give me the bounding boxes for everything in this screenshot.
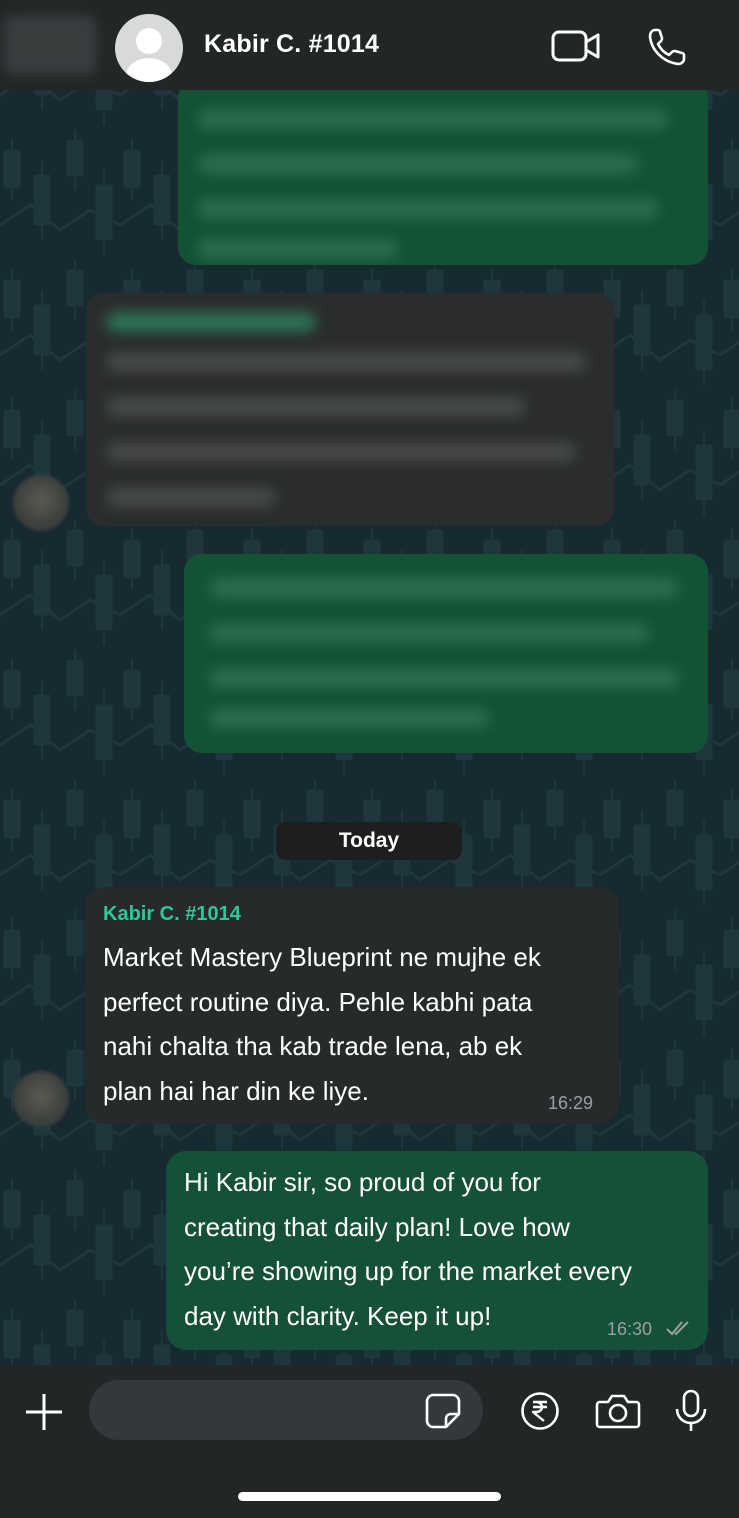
read-receipt-icon xyxy=(666,1321,689,1336)
video-call-icon xyxy=(551,30,600,62)
contact-name[interactable]: Kabir C. #1014 xyxy=(204,30,379,59)
attach-button[interactable] xyxy=(22,1390,66,1438)
composer-bar xyxy=(0,1365,739,1518)
message-line: plan hai har din ke liye. xyxy=(103,1075,369,1106)
sticker-icon xyxy=(425,1393,461,1429)
message-text: Market Mastery Blueprint ne mujhe ek per… xyxy=(103,935,613,1113)
home-indicator xyxy=(238,1492,501,1501)
message-incoming[interactable]: Kabir C. #1014 Market Mastery Blueprint … xyxy=(85,887,619,1124)
phone-call-icon xyxy=(648,28,686,66)
message-line: creating that daily plan! Love how xyxy=(184,1211,570,1242)
plus-icon xyxy=(26,1394,62,1430)
message-line: Hi Kabir sir, so proud of you for xyxy=(184,1167,541,1197)
message-text: Hi Kabir sir, so proud of you for creati… xyxy=(184,1160,704,1338)
sender-name: Kabir C. #1014 xyxy=(103,903,241,925)
video-call-button[interactable] xyxy=(551,26,601,70)
message-time: 16:29 xyxy=(548,1093,594,1113)
voice-message-button[interactable] xyxy=(673,1389,709,1437)
date-divider: Today xyxy=(276,822,462,860)
default-avatar-icon xyxy=(126,28,172,82)
sticker-button[interactable] xyxy=(424,1392,462,1434)
camera-icon xyxy=(595,1394,641,1429)
message-line: Market Mastery Blueprint ne mujhe ek xyxy=(103,942,541,972)
microphone-icon xyxy=(675,1389,707,1431)
message-time: 16:30 xyxy=(607,1319,653,1339)
message-line: perfect routine diya. Pehle kabhi pata xyxy=(103,986,533,1017)
camera-button[interactable] xyxy=(595,1391,641,1435)
back-button[interactable] xyxy=(4,16,96,74)
sender-avatar[interactable] xyxy=(13,1071,69,1127)
contact-avatar[interactable] xyxy=(115,14,183,82)
message-line: you’re showing up for the market every xyxy=(184,1256,632,1286)
chat-header: Kabir C. #1014 xyxy=(0,0,739,90)
message-line: nahi chalta tha kab trade lena, ab ek xyxy=(103,1031,523,1061)
rupee-icon xyxy=(521,1392,559,1430)
payment-button[interactable] xyxy=(520,1391,560,1435)
sender-avatar[interactable] xyxy=(13,475,69,531)
message-outgoing[interactable]: Hi Kabir sir, so proud of you for creati… xyxy=(166,1151,708,1350)
voice-call-button[interactable] xyxy=(646,26,688,72)
